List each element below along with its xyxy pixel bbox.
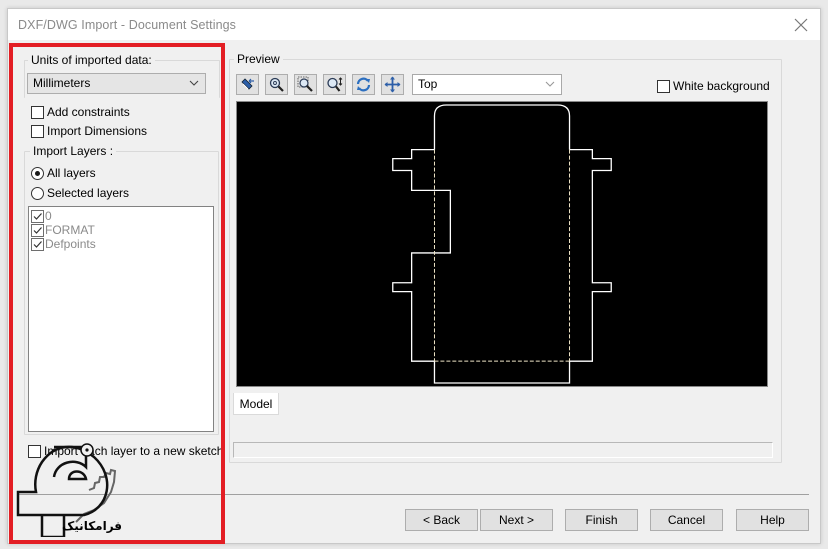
view-value: Top <box>418 77 438 91</box>
layer-name: 0 <box>45 209 52 223</box>
import-each-layer-label: Import each layer to a new sketch <box>44 444 224 458</box>
close-button[interactable] <box>790 14 812 36</box>
radio-button[interactable] <box>31 186 44 200</box>
list-item[interactable]: Defpoints <box>29 237 213 251</box>
select-pointer-icon <box>241 78 254 90</box>
checkbox-box[interactable] <box>657 79 670 93</box>
list-item[interactable]: FORMAT <box>29 223 213 237</box>
rotate-tool-button[interactable] <box>352 74 375 95</box>
back-button[interactable]: < Back <box>405 509 478 531</box>
zoom-fit-tool-button[interactable] <box>323 74 346 95</box>
import-dimensions-checkbox[interactable]: Import Dimensions <box>31 124 147 138</box>
next-button[interactable]: Next > <box>480 509 553 531</box>
import-dimensions-label: Import Dimensions <box>47 124 148 138</box>
right-outline <box>569 149 612 362</box>
pan-move-icon <box>384 76 401 93</box>
import-each-layer-checkbox[interactable]: Import each layer to a new sketch <box>28 444 223 458</box>
checkmark-icon <box>33 212 42 220</box>
preview-label: Preview <box>234 52 283 66</box>
checkmark-icon <box>33 226 42 234</box>
checkbox-box[interactable] <box>31 105 44 119</box>
units-value: Millimeters <box>33 76 91 90</box>
import-layers-label: Import Layers : <box>30 144 117 158</box>
cancel-button[interactable]: Cancel <box>650 509 723 531</box>
rotate-icon <box>356 77 371 92</box>
title-bar: DXF/DWG Import - Document Settings <box>8 9 820 40</box>
layer-checkbox[interactable] <box>31 223 44 237</box>
checkmark-icon <box>33 240 42 248</box>
view-dropdown[interactable]: Top <box>412 74 562 95</box>
chevron-down-icon <box>545 81 555 87</box>
zoom-tool-button[interactable] <box>265 74 288 95</box>
zoom-in-out-icon <box>327 77 343 92</box>
help-button[interactable]: Help <box>736 509 809 531</box>
finish-button[interactable]: Finish <box>565 509 638 531</box>
zoom-window-icon <box>297 76 313 92</box>
window-title: DXF/DWG Import - Document Settings <box>18 18 237 32</box>
list-item[interactable]: 0 <box>29 209 213 223</box>
zoom-icon <box>269 77 284 92</box>
all-layers-label: All layers <box>47 166 96 180</box>
top-rounded-panel <box>433 104 571 150</box>
pan-tool-button[interactable] <box>381 74 404 95</box>
layer-name: Defpoints <box>45 237 96 251</box>
radio-selected-layers[interactable]: Selected layers <box>31 186 129 200</box>
fold-lines <box>433 149 571 362</box>
layers-list[interactable]: 0 FORMAT Defpoints <box>28 206 214 432</box>
chevron-down-icon <box>189 80 199 86</box>
checkbox-box[interactable] <box>31 124 44 138</box>
select-tool-button[interactable] <box>236 74 259 95</box>
dxf-drawing <box>392 104 612 384</box>
checkbox-box[interactable] <box>28 444 41 458</box>
outline-geometry <box>392 104 612 384</box>
watermark-text: فرامکانیک <box>62 519 123 533</box>
left-outline <box>392 149 452 362</box>
layer-checkbox[interactable] <box>31 237 44 251</box>
bottom-panel <box>433 361 571 384</box>
close-icon <box>794 18 808 32</box>
divider <box>17 494 809 495</box>
add-constraints-checkbox[interactable]: Add constraints <box>31 105 130 119</box>
progress-bar <box>233 442 773 458</box>
white-background-label: White background <box>673 79 770 93</box>
layer-checkbox[interactable] <box>31 209 44 223</box>
units-label: Units of imported data: <box>28 53 155 67</box>
add-constraints-label: Add constraints <box>47 105 130 119</box>
selected-layers-label: Selected layers <box>47 186 130 200</box>
preview-canvas[interactable] <box>236 101 768 387</box>
radio-all-layers[interactable]: All layers <box>31 166 96 180</box>
units-dropdown[interactable]: Millimeters <box>27 73 206 94</box>
radio-button[interactable] <box>31 166 44 180</box>
white-background-checkbox[interactable]: White background <box>657 79 770 93</box>
layer-name: FORMAT <box>45 223 95 237</box>
zoom-window-tool-button[interactable] <box>294 74 317 95</box>
tab-model[interactable]: Model <box>233 393 279 415</box>
